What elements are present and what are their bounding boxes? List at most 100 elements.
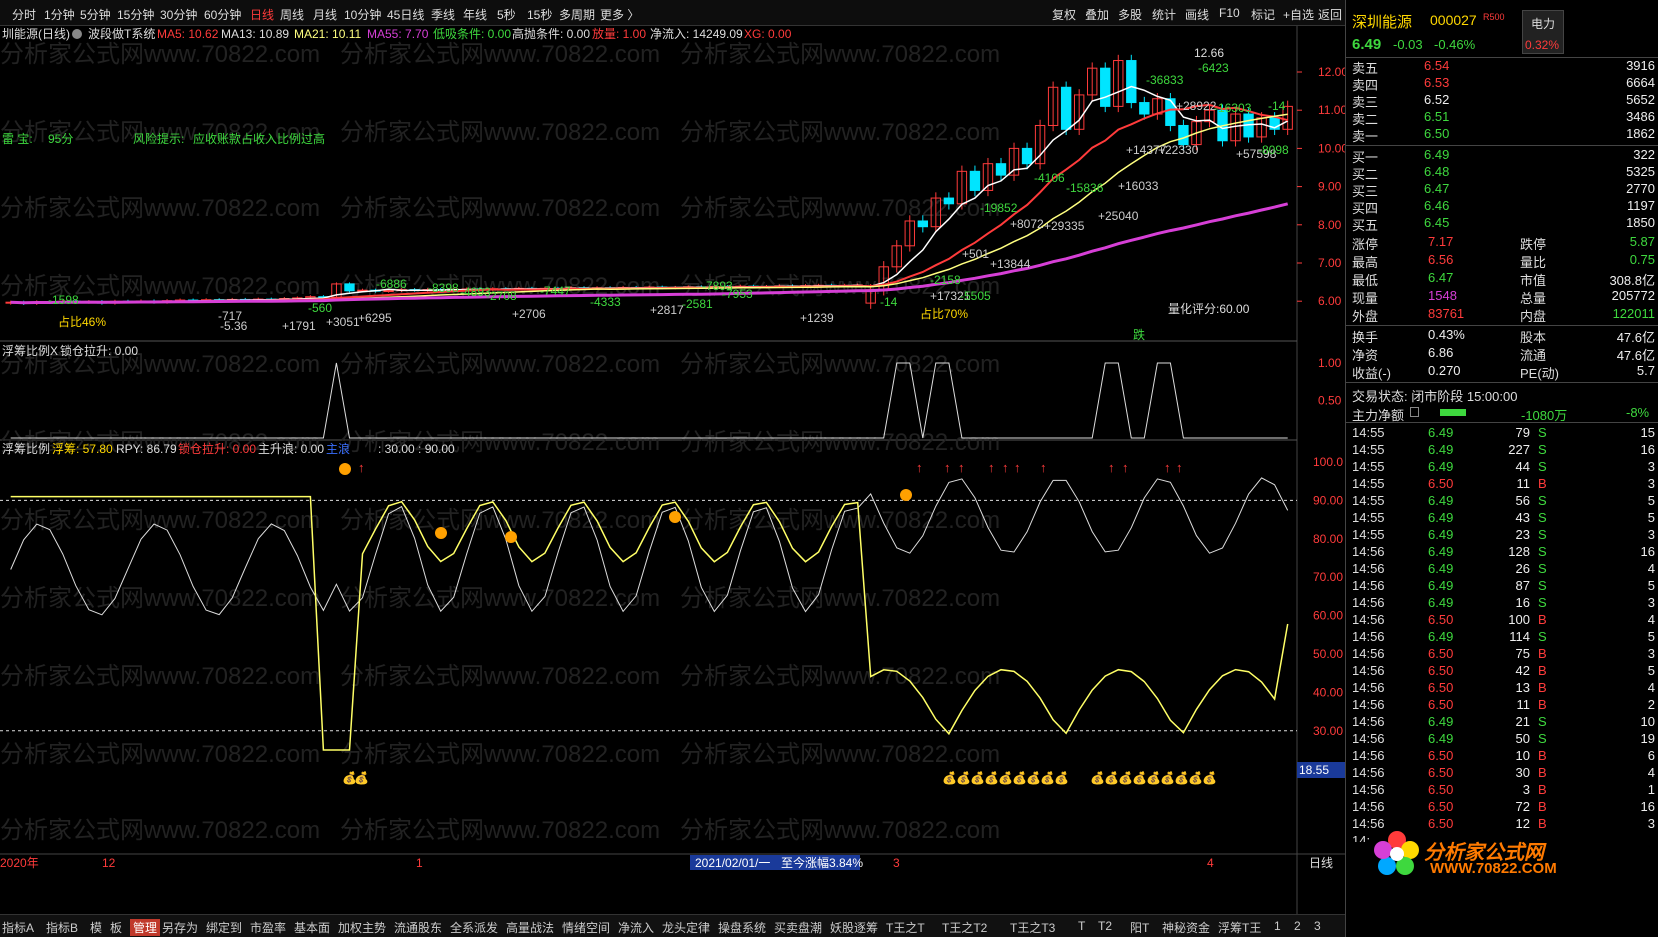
indicator-tab-15[interactable]: 龙头定律 bbox=[662, 919, 710, 936]
tool-3[interactable]: 统计 bbox=[1152, 6, 1176, 23]
tool-1[interactable]: 叠加 bbox=[1085, 6, 1109, 23]
period-tab-6[interactable]: 日线 bbox=[250, 6, 274, 23]
tool-4[interactable]: 画线 bbox=[1185, 6, 1209, 23]
kline-chart[interactable]: 分析家公式网www.70822.com 分析家公式网www.70822.com 分析… bbox=[0, 26, 1348, 914]
bid-row: 买三 6.47 2770 bbox=[1346, 181, 1658, 199]
period-tab-7[interactable]: 周线 bbox=[280, 6, 304, 23]
stat-label: PE(动) bbox=[1520, 366, 1560, 381]
watermark: 分析家公式网www.70822.com bbox=[680, 817, 1000, 844]
watermark: 分析家公式网www.70822.com bbox=[0, 663, 320, 690]
indicator-tab-0[interactable]: 指标A bbox=[2, 919, 34, 936]
tick-list[interactable]: 14:55 6.49 79 S 15 14:55 6.49 227 S 16 14:55 6.49 44… bbox=[1346, 422, 1658, 842]
tick-time: 14: bbox=[1352, 833, 1371, 842]
tick-volume: 16 bbox=[1515, 595, 1530, 610]
indicator-tab-28[interactable]: 2 bbox=[1294, 919, 1301, 933]
tool-2[interactable]: 多股 bbox=[1118, 6, 1142, 23]
period-tab-12[interactable]: 年线 bbox=[463, 6, 487, 23]
tick-side: S bbox=[1538, 442, 1547, 457]
indicator-tab-2[interactable]: 模 bbox=[90, 919, 102, 936]
period-tab-9[interactable]: 10分钟 bbox=[344, 6, 381, 23]
indicator-tab-5[interactable]: 另存为 bbox=[162, 919, 198, 936]
tick-row: 14:56 6.50 10 B 6 bbox=[1346, 748, 1658, 765]
indicator-tab-6[interactable]: 绑定到 bbox=[206, 919, 242, 936]
indicator-tab-12[interactable]: 高量战法 bbox=[506, 919, 554, 936]
period-tab-4[interactable]: 30分钟 bbox=[160, 6, 197, 23]
stat-value: 7.17 bbox=[1428, 234, 1454, 249]
indicator-tab-18[interactable]: 妖股逐筹 bbox=[830, 919, 878, 936]
indicator-tab-17[interactable]: 买卖盘潮 bbox=[774, 919, 822, 936]
indicator-tab-29[interactable]: 3 bbox=[1314, 919, 1321, 933]
period-tab-14[interactable]: 15秒 bbox=[527, 6, 552, 23]
tick-volume: 50 bbox=[1515, 731, 1530, 746]
indicator-tab-1[interactable]: 指标B bbox=[46, 919, 78, 936]
bid-price: 6.49 bbox=[1424, 147, 1450, 162]
tool-0[interactable]: 复权 bbox=[1052, 6, 1076, 23]
tool-7[interactable]: +自选 bbox=[1283, 6, 1314, 23]
tick-count: 16 bbox=[1640, 442, 1655, 457]
tick-volume: 11 bbox=[1516, 697, 1531, 712]
period-tab-5[interactable]: 60分钟 bbox=[204, 6, 241, 23]
candle-down bbox=[969, 170, 981, 191]
panel3-tick-5: 50.00 bbox=[1313, 647, 1343, 661]
period-tab-0[interactable]: 分时 bbox=[12, 6, 36, 23]
indicator-tab-11[interactable]: 全系派发 bbox=[450, 919, 498, 936]
indicator-tab-10[interactable]: 流通股东 bbox=[394, 919, 442, 936]
indicator-tab-25[interactable]: 神秘资金 bbox=[1162, 919, 1210, 936]
period-tab-2[interactable]: 5分钟 bbox=[80, 6, 111, 23]
tick-volume: 56 bbox=[1515, 493, 1530, 508]
tick-row: 14:56 6.50 30 B 4 bbox=[1346, 765, 1658, 782]
up-arrow-icon: ↑ bbox=[1002, 460, 1009, 475]
cursor-value: 18.55 bbox=[1299, 763, 1329, 777]
volume-annotation-5: -560 bbox=[308, 301, 332, 315]
chart-area[interactable]: 分析家公式网www.70822.com 分析家公式网www.70822.com 分析… bbox=[0, 26, 1348, 914]
tick-count: 3 bbox=[1647, 527, 1655, 542]
indicator-tab-26[interactable]: 浮筹T王 bbox=[1218, 919, 1261, 936]
indicator-tab-4[interactable]: 管理 bbox=[130, 919, 161, 936]
period-tab-3[interactable]: 15分钟 bbox=[117, 6, 154, 23]
tool-8[interactable]: 返回 bbox=[1318, 6, 1342, 23]
tick-price: 6.50 bbox=[1428, 765, 1454, 780]
stat-value: 205772 bbox=[1611, 288, 1655, 303]
period-tab-8[interactable]: 月线 bbox=[313, 6, 337, 23]
period-tab-11[interactable]: 季线 bbox=[431, 6, 455, 23]
period-tab-16[interactable]: 更多 〉 bbox=[600, 6, 639, 23]
sector-box[interactable]: 电力 0.32% bbox=[1522, 10, 1564, 54]
indicator-tab-21[interactable]: T王之T3 bbox=[1010, 919, 1055, 936]
indicator-tab-7[interactable]: 市盈率 bbox=[250, 919, 286, 936]
tick-price: 6.49 bbox=[1428, 544, 1454, 559]
indicator-tab-20[interactable]: T王之T2 bbox=[942, 919, 987, 936]
tick-time: 14:55 bbox=[1352, 459, 1385, 474]
tick-time: 14:56 bbox=[1352, 578, 1385, 593]
tick-volume: 26 bbox=[1515, 561, 1530, 576]
indicator-tab-27[interactable]: 1 bbox=[1274, 919, 1281, 933]
indicator-tab-14[interactable]: 净流入 bbox=[618, 919, 654, 936]
volume-annotation-39: -16303 bbox=[1214, 101, 1252, 115]
tick-row: 14:55 6.50 11 B 3 bbox=[1346, 476, 1658, 493]
indicator-tab-13[interactable]: 情绪空间 bbox=[562, 919, 610, 936]
price-change-pct: -0.46% bbox=[1434, 37, 1476, 52]
tick-side: B bbox=[1538, 782, 1547, 797]
volume-annotation-31: -15836 bbox=[1066, 181, 1104, 195]
indicator-tab-19[interactable]: T王之T bbox=[886, 919, 925, 936]
indicator-tab-3[interactable]: 板 bbox=[110, 919, 122, 936]
indicator-tab-16[interactable]: 操盘系统 bbox=[718, 919, 766, 936]
indicator-tab-24[interactable]: 阳T bbox=[1130, 919, 1149, 936]
tool-5[interactable]: F10 bbox=[1219, 6, 1240, 20]
logo-url: WWW.70822.COM bbox=[1430, 860, 1557, 877]
period-tab-15[interactable]: 多周期 bbox=[559, 6, 595, 23]
indicator-tab-8[interactable]: 基本面 bbox=[294, 919, 330, 936]
money-bag-icon: 💰 bbox=[354, 771, 369, 785]
period-tab-1[interactable]: 1分钟 bbox=[44, 6, 75, 23]
indicator-tab-23[interactable]: T2 bbox=[1098, 919, 1112, 933]
tick-volume: 128 bbox=[1508, 544, 1530, 559]
tool-6[interactable]: 标记 bbox=[1251, 6, 1275, 23]
period-tab-10[interactable]: 45日线 bbox=[387, 6, 424, 23]
indicator-tab-9[interactable]: 加权主势 bbox=[338, 919, 386, 936]
indicator-tab-22[interactable]: T bbox=[1078, 919, 1085, 933]
period-tab-13[interactable]: 5秒 bbox=[497, 6, 516, 23]
price-tick-1: 11.00 bbox=[1318, 103, 1345, 117]
stock-name: 深圳能源 bbox=[1352, 14, 1413, 31]
tick-time: 14:56 bbox=[1352, 595, 1385, 610]
tick-volume: 3 bbox=[1522, 782, 1530, 797]
tick-side: S bbox=[1538, 527, 1547, 542]
